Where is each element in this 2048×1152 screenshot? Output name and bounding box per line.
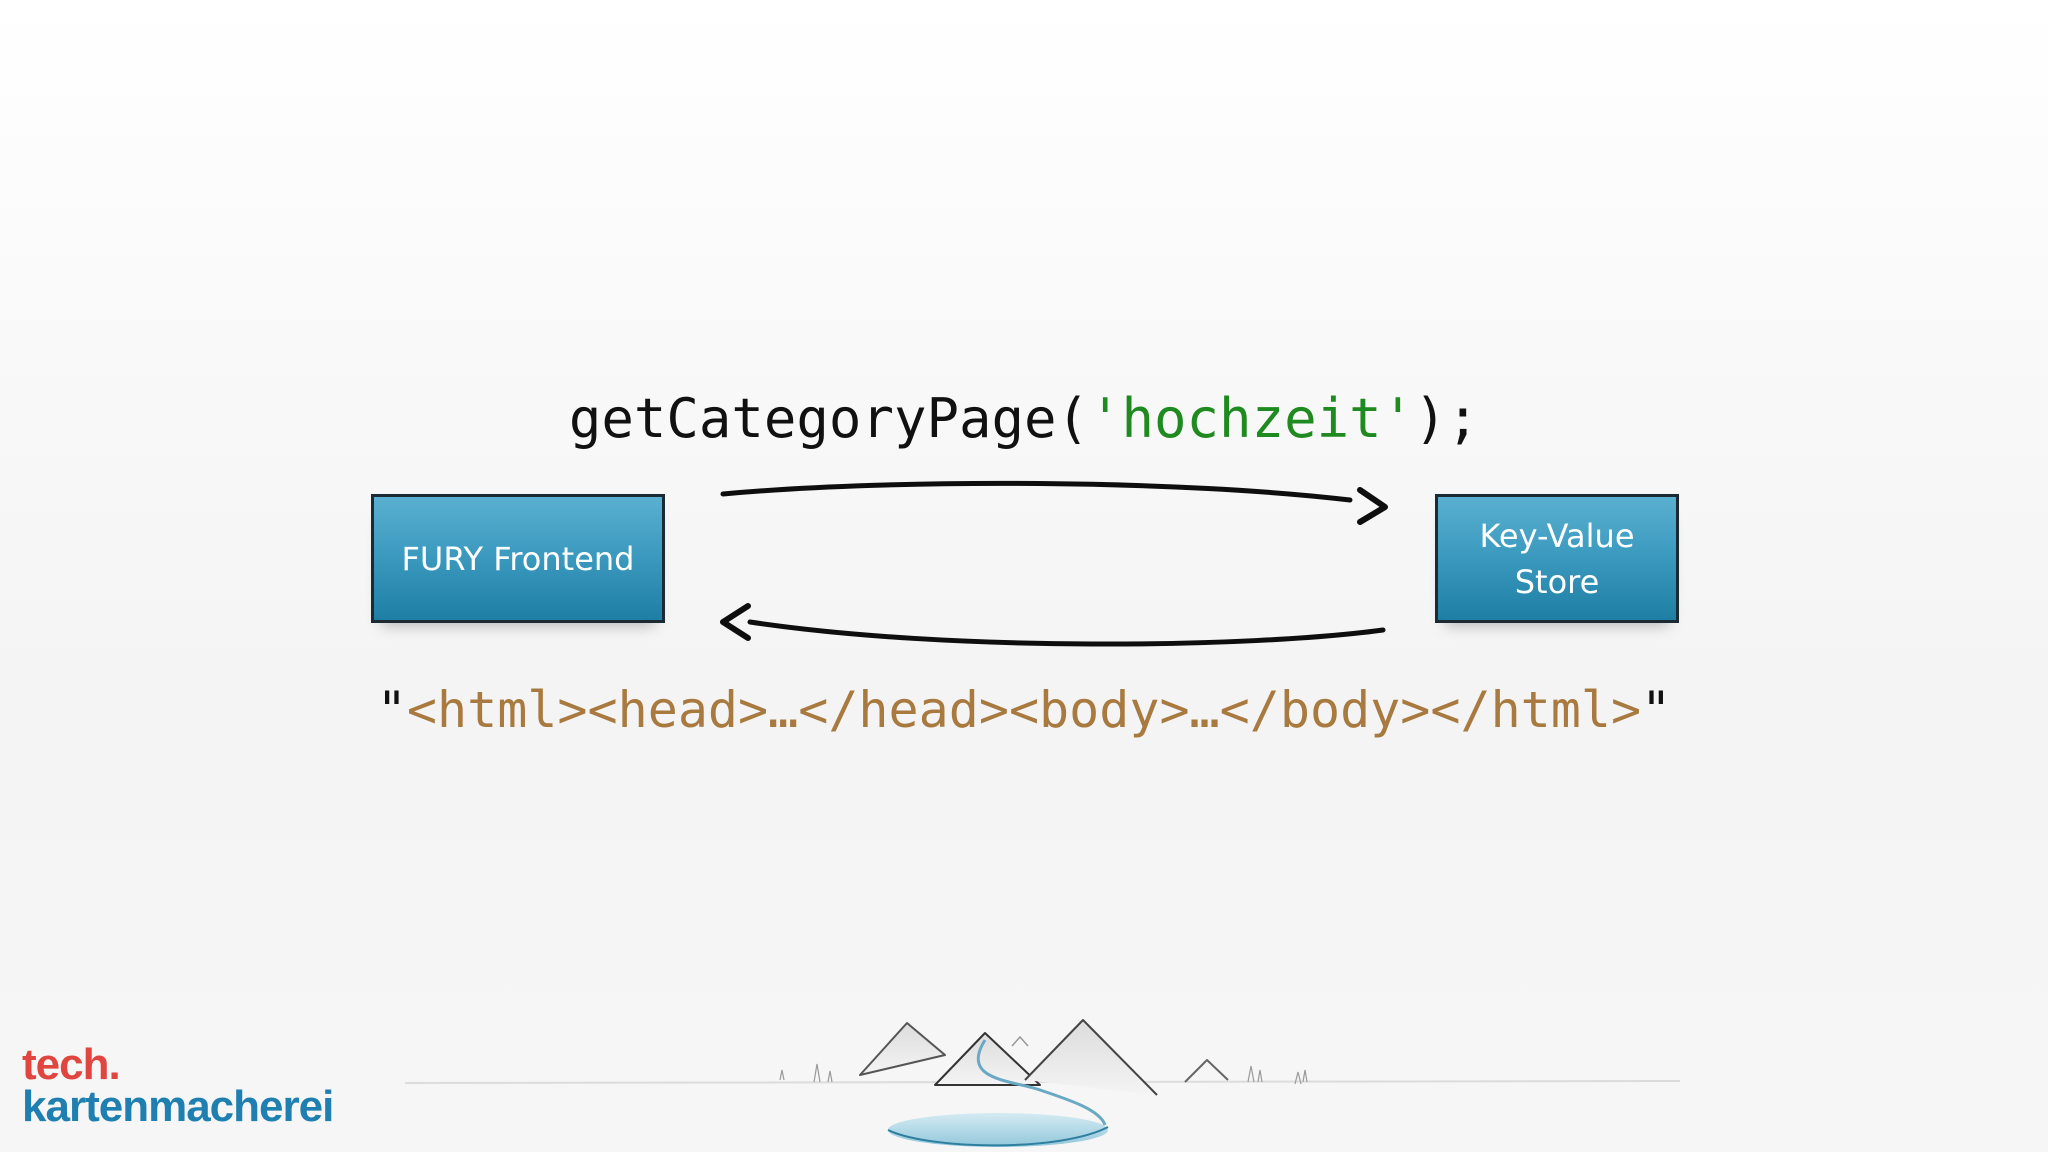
tech-kartenmacherei-logo: tech. kartenmacherei	[22, 1040, 334, 1131]
mountain-left	[859, 1022, 946, 1076]
mountain-landscape-illustration	[404, 1019, 1681, 1147]
logo-line-tech: tech.	[22, 1040, 121, 1089]
lake	[888, 1113, 1108, 1147]
logo-line-kartenmacherei: kartenmacherei	[22, 1082, 334, 1131]
mountain-far-right	[1184, 1059, 1229, 1083]
mountain-right	[1024, 1019, 1158, 1096]
mountain-small-peak	[1011, 1035, 1029, 1047]
slide: getCategoryPage('hochzeit'); FURY Fronte…	[0, 0, 2048, 1152]
